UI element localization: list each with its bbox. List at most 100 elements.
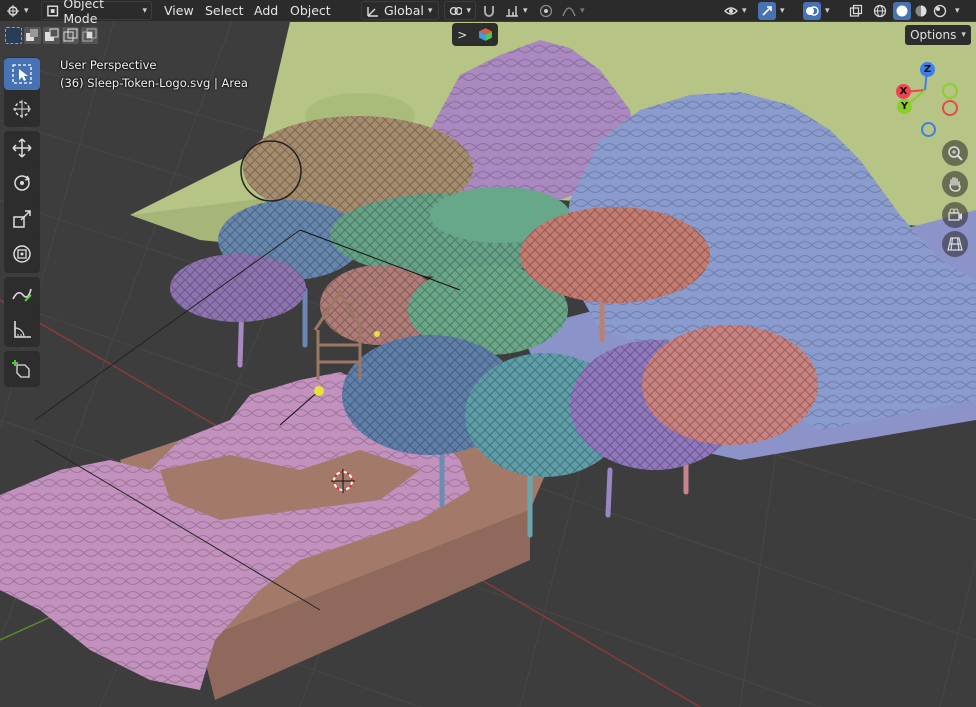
intersect-icon (82, 28, 97, 42)
gizmo-neg-z[interactable] (921, 122, 936, 137)
overlays-icon (806, 5, 819, 16)
chevron-down-icon: ▾ (742, 5, 747, 16)
chevron-down-icon: ▾ (523, 5, 528, 16)
gizmo-neg-x[interactable] (942, 100, 958, 116)
options-button[interactable]: Options ▾ (905, 25, 971, 45)
chevron-down-icon: ▾ (142, 5, 147, 16)
navigation-gizmo[interactable]: Z X Y (890, 58, 970, 138)
add-cube-icon (12, 360, 30, 378)
object-mode-icon (47, 5, 59, 16)
shading-dropdown[interactable]: ▾ (955, 1, 960, 20)
menu-select[interactable]: Select (205, 3, 244, 18)
chevron-down-icon: ▾ (427, 5, 433, 16)
chevron-down-icon: ▾ (825, 5, 830, 16)
grid-icon (947, 237, 963, 251)
tool-move[interactable] (4, 132, 40, 164)
visibility-dropdown[interactable]: ▾ (724, 1, 747, 20)
chevron-right-icon: > (457, 27, 468, 42)
xray-icon (849, 4, 863, 17)
material-sphere-icon (915, 5, 927, 16)
pan-button[interactable] (942, 171, 968, 197)
select-mode-extend[interactable] (24, 27, 41, 44)
editor-type-button[interactable]: ▾ (6, 1, 29, 20)
perspective-toggle-button[interactable] (942, 231, 968, 257)
tool-cursor[interactable] (4, 93, 40, 125)
shading-material[interactable] (914, 1, 928, 20)
light-object[interactable] (314, 386, 324, 396)
chevron-down-icon: ▾ (580, 5, 585, 16)
gizmo-neg-y[interactable] (942, 83, 958, 99)
proportional-edit-icon (539, 4, 553, 17)
snap-toggle[interactable] (482, 1, 496, 20)
options-label: Options (910, 28, 957, 42)
scale-icon (13, 210, 31, 228)
overlays-toggle[interactable]: ▾ (803, 1, 830, 20)
gizmo-arrow-icon (762, 5, 772, 16)
tool-measure[interactable] (4, 313, 40, 345)
falloff-dropdown[interactable]: ▾ (562, 1, 585, 20)
shading-wireframe[interactable] (873, 1, 887, 20)
gizmo-y-axis[interactable]: Y (897, 99, 912, 114)
object-info-label: (36) Sleep-Token-Logo.svg | Area (60, 76, 248, 90)
select-mode-subtract[interactable] (43, 27, 60, 44)
orientation-icon (367, 6, 378, 17)
snap-target-dropdown[interactable]: ▾ (505, 1, 528, 20)
rotate-icon (14, 175, 31, 191)
wireframe-sphere-icon (873, 4, 887, 17)
addon-cube-icon (478, 28, 492, 41)
pivot-dropdown[interactable]: ▾ (444, 1, 476, 20)
extra-panel-toggle[interactable]: > (452, 23, 498, 46)
shading-rendered[interactable] (933, 1, 947, 20)
extend-icon (26, 29, 38, 41)
move-icon (12, 138, 32, 158)
tool-transform[interactable] (4, 238, 40, 270)
tool-select-box[interactable] (4, 58, 40, 90)
tool-annotate[interactable] (4, 278, 40, 310)
gizmo-z-axis[interactable]: Z (920, 62, 935, 77)
falloff-curve-icon (562, 6, 576, 16)
shading-solid[interactable] (893, 1, 911, 20)
menu-add[interactable]: Add (254, 3, 278, 18)
subtract-icon (45, 28, 59, 41)
tool-scale[interactable] (4, 203, 40, 235)
zoom-button[interactable] (942, 140, 968, 166)
camera-icon (948, 208, 962, 221)
eye-icon (724, 6, 738, 15)
rendered-sphere-icon (933, 4, 947, 17)
cursor-icon (13, 100, 31, 118)
select-mode-new[interactable] (5, 27, 22, 44)
chevron-down-icon: ▾ (961, 30, 966, 40)
perspective-label: User Perspective (60, 58, 157, 72)
snap-grid-icon (506, 5, 518, 17)
mode-dropdown[interactable]: Object Mode ▾ (41, 0, 152, 26)
tool-rotate[interactable] (4, 167, 40, 199)
chevron-down-icon: ▾ (466, 5, 471, 16)
gizmo-toggle[interactable]: ▾ (758, 1, 785, 20)
select-mode-difference[interactable] (62, 27, 79, 44)
select-box-icon (12, 64, 32, 84)
difference-icon (63, 28, 78, 42)
select-mode-intersect[interactable] (81, 27, 98, 44)
xray-toggle[interactable] (849, 1, 863, 20)
chevron-left-icon[interactable]: ‹ (968, 64, 972, 75)
zoom-icon (948, 146, 963, 161)
mode-label: Object Mode (63, 0, 105, 26)
pivot-icon (449, 6, 463, 15)
solid-sphere-icon (896, 5, 908, 16)
annotate-icon (12, 288, 32, 302)
camera-view-button[interactable] (942, 202, 968, 228)
menu-object[interactable]: Object (290, 3, 331, 18)
tool-add-cube[interactable] (4, 353, 40, 385)
measure-icon (14, 321, 31, 338)
menu-view[interactable]: View (164, 3, 194, 18)
proportional-edit-toggle[interactable] (539, 1, 553, 20)
chevron-down-icon: ▾ (24, 5, 29, 16)
orientation-label: Global (384, 3, 424, 18)
chevron-down-icon: ▾ (780, 5, 785, 16)
magnet-icon (484, 5, 494, 17)
chevron-down-icon: ▾ (955, 5, 960, 16)
orientation-dropdown[interactable]: Global ▾ (361, 1, 439, 20)
gizmo-x-axis[interactable]: X (896, 84, 911, 99)
editor-type-icon (7, 4, 19, 17)
3d-viewport[interactable] (0, 0, 976, 707)
